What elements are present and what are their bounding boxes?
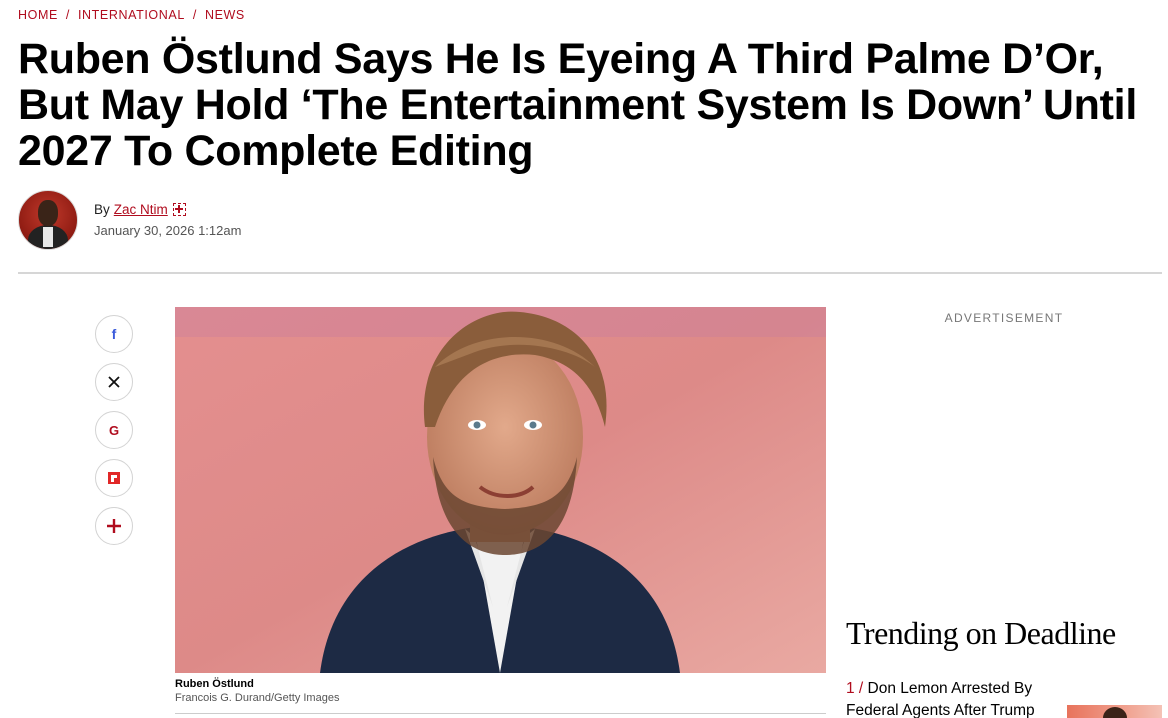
google-icon: G bbox=[109, 423, 119, 437]
author-link[interactable]: Zac Ntim bbox=[114, 202, 168, 217]
trending-item-thumbnail[interactable] bbox=[1067, 705, 1162, 718]
hero-photo-illustration bbox=[175, 307, 826, 673]
flipboard-icon bbox=[108, 472, 120, 484]
breadcrumb-international-link[interactable]: INTERNATIONAL bbox=[78, 8, 185, 22]
share-google-button[interactable]: G bbox=[95, 411, 133, 449]
publish-date: January 30, 2026 1:12am bbox=[94, 223, 242, 238]
svg-text:f: f bbox=[112, 327, 117, 341]
author-avatar[interactable] bbox=[18, 190, 78, 250]
header-divider bbox=[18, 272, 1162, 274]
byline-prefix: By bbox=[94, 202, 110, 217]
share-flipboard-button[interactable] bbox=[95, 459, 133, 497]
caption-name: Ruben Östlund bbox=[175, 678, 254, 690]
article-headline: Ruben Östlund Says He Is Eyeing A Third … bbox=[18, 35, 1137, 175]
trending-item-number: 1 bbox=[846, 680, 855, 697]
avatar-head-shape bbox=[38, 200, 58, 226]
article-hero-image[interactable] bbox=[175, 307, 826, 673]
share-x-button[interactable] bbox=[95, 363, 133, 401]
share-bar: f G bbox=[95, 315, 133, 555]
breadcrumb-separator: / bbox=[192, 8, 197, 22]
caption-divider bbox=[175, 713, 826, 714]
byline-author-row: By Zac Ntim bbox=[94, 202, 241, 217]
facebook-icon: f bbox=[112, 327, 117, 341]
svg-text:G: G bbox=[109, 423, 119, 437]
follow-author-icon[interactable] bbox=[172, 203, 186, 216]
byline: By Zac Ntim January 30, 2026 1:12am bbox=[18, 190, 241, 250]
breadcrumb-news-link[interactable]: NEWS bbox=[205, 8, 245, 22]
breadcrumb: HOME / INTERNATIONAL / NEWS bbox=[18, 8, 245, 22]
breadcrumb-separator: / bbox=[65, 8, 70, 22]
byline-text: By Zac Ntim January 30, 2026 1:12am bbox=[94, 202, 241, 238]
trending-title: Trending on Deadline bbox=[846, 615, 1116, 651]
image-caption: Ruben Östlund Francois G. Durand/Getty I… bbox=[175, 678, 826, 704]
plus-icon bbox=[107, 519, 121, 533]
advertisement-label: ADVERTISEMENT bbox=[944, 311, 1064, 325]
share-facebook-button[interactable]: f bbox=[95, 315, 133, 353]
trending-item[interactable]: 1 / Don Lemon Arrested By Federal Agents… bbox=[846, 678, 1056, 718]
x-icon bbox=[108, 376, 120, 388]
trending-item-separator: / bbox=[854, 680, 868, 697]
breadcrumb-home-link[interactable]: HOME bbox=[18, 8, 58, 22]
trending-item-title: Don Lemon Arrested By Federal Agents Aft… bbox=[846, 680, 1035, 718]
share-more-button[interactable] bbox=[95, 507, 133, 545]
thumbnail-face-shape bbox=[1103, 707, 1127, 718]
avatar-shirt-shape bbox=[43, 227, 53, 247]
caption-credit: Francois G. Durand/Getty Images bbox=[175, 692, 340, 704]
